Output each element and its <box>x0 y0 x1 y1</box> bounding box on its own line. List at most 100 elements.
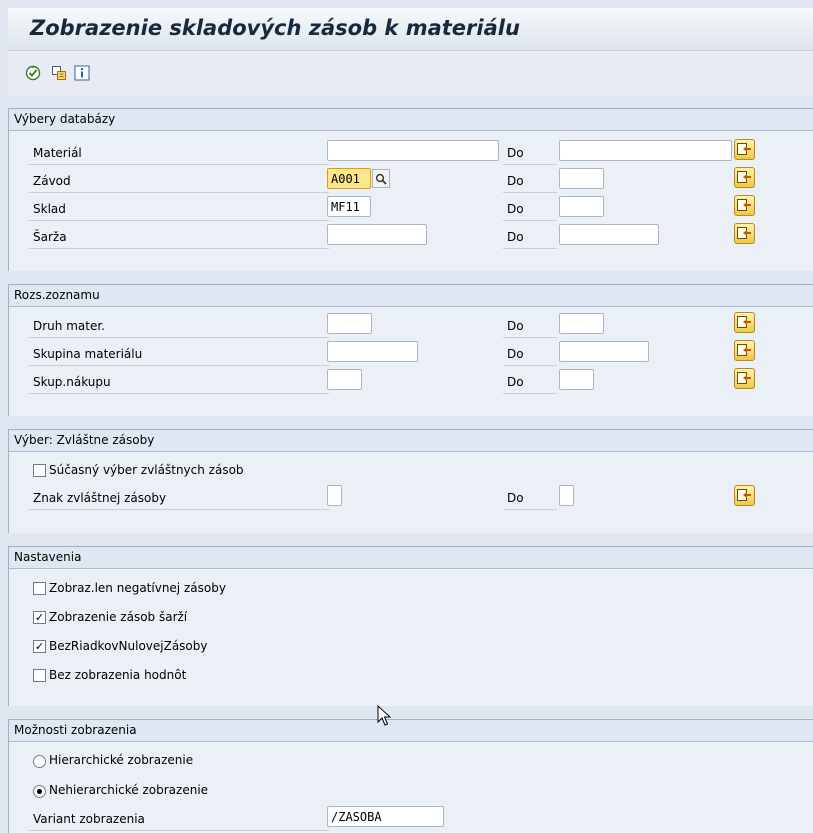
application-toolbar <box>8 51 813 96</box>
to-label: Do <box>507 375 524 389</box>
checkbox-label: Bez zobrazenia hodnôt <box>49 668 187 682</box>
plant-to-input[interactable] <box>559 168 604 189</box>
to-label: Do <box>507 174 524 188</box>
special-stock-from-input[interactable] <box>327 485 342 506</box>
checkbox-label: Zobrazenie zásob šarží <box>49 610 188 624</box>
group-title: Možnosti zobrazenia <box>14 723 137 737</box>
multiple-selection-button[interactable] <box>734 139 755 160</box>
material-group-to-input[interactable] <box>559 341 649 362</box>
page-title: Zobrazenie skladových zásob k materiálu <box>30 16 520 40</box>
field-label-plant: Závod <box>33 174 71 188</box>
multiple-selection-icon <box>737 227 751 239</box>
field-label-material-type: Druh mater. <box>33 319 105 333</box>
group-header: Výber: Zvláštne zásoby <box>9 430 813 452</box>
material-type-from-input[interactable] <box>327 313 372 334</box>
group-database-selections: Výbery databázy Materiál Do Závod A001 D… <box>8 108 813 271</box>
multiple-selection-icon <box>737 199 751 211</box>
label-row: Sklad <box>29 198 329 221</box>
multiple-selection-icon <box>737 171 751 183</box>
display-variant-input[interactable]: /ZASOBA <box>327 806 444 827</box>
display-batch-stocks-checkbox[interactable]: ✓ <box>33 611 46 624</box>
search-icon <box>375 173 387 185</box>
label-row: Do <box>503 226 557 249</box>
label-row: Skup.nákupu <box>29 371 329 394</box>
group-settings: Nastavenia Zobraz.len negatívnej zásoby … <box>8 546 813 706</box>
purchasing-group-from-input[interactable] <box>327 369 362 390</box>
plant-from-input[interactable]: A001 <box>327 168 371 189</box>
group-header: Výbery databázy <box>9 109 813 131</box>
checkbox-label: Súčasný výber zvláštnych zásob <box>49 463 244 477</box>
no-zero-stock-lines-checkbox[interactable]: ✓ <box>33 640 46 653</box>
radio-label: Nehierarchické zobrazenie <box>49 783 209 797</box>
multiple-selection-button[interactable] <box>734 485 755 506</box>
label-row: Materiál <box>29 142 329 165</box>
group-special-stocks: Výber: Zvláštne zásoby Súčasný výber zvl… <box>8 429 813 533</box>
label-row: Druh mater. <box>29 315 329 338</box>
material-from-input[interactable] <box>327 140 499 161</box>
search-help-button[interactable] <box>372 169 390 188</box>
field-label-display-variant: Variant zobrazenia <box>33 812 145 826</box>
field-label-material: Materiál <box>33 146 82 160</box>
label-row: Variant zobrazenia <box>29 808 329 831</box>
checkbox-label: Zobraz.len negatívnej zásoby <box>49 581 226 595</box>
field-label-material-group: Skupina materiálu <box>33 347 143 361</box>
execute-icon[interactable] <box>25 65 41 81</box>
group-list-scope: Rozs.zoznamu Druh mater. Do Skupina mate… <box>8 284 813 416</box>
group-title: Nastavenia <box>14 550 82 564</box>
negative-stock-only-checkbox[interactable] <box>33 582 46 595</box>
multiple-selection-icon <box>737 143 751 155</box>
field-label-special-stock-indicator: Znak zvláštnej zásoby <box>33 491 167 505</box>
label-row: Do <box>503 371 557 394</box>
title-bar: Zobrazenie skladových zásob k materiálu <box>8 8 813 51</box>
special-stock-to-input[interactable] <box>559 485 574 506</box>
material-to-input[interactable] <box>559 140 732 161</box>
non-hierarchical-display-radio[interactable] <box>33 785 46 798</box>
multiple-selection-button[interactable] <box>734 167 755 188</box>
group-title: Výbery databázy <box>14 112 116 126</box>
batch-from-input[interactable] <box>327 224 427 245</box>
simultaneous-special-stock-checkbox[interactable] <box>33 464 46 477</box>
field-label-storage-location: Sklad <box>33 202 66 216</box>
multiple-selection-button[interactable] <box>734 340 755 361</box>
group-header: Možnosti zobrazenia <box>9 720 813 742</box>
group-display-options: Možnosti zobrazenia Hierarchické zobraze… <box>8 719 813 833</box>
label-row: Znak zvláštnej zásoby <box>29 487 329 510</box>
field-label-purchasing-group: Skup.nákupu <box>33 375 111 389</box>
radio-label: Hierarchické zobrazenie <box>49 753 194 767</box>
multiple-selection-icon <box>737 344 751 356</box>
copy-variant-icon[interactable] <box>51 65 67 81</box>
label-row: Do <box>503 343 557 366</box>
label-row: Skupina materiálu <box>29 343 329 366</box>
material-group-from-input[interactable] <box>327 341 418 362</box>
to-label: Do <box>507 202 524 216</box>
multiple-selection-icon <box>737 316 751 328</box>
to-label: Do <box>507 146 524 160</box>
multiple-selection-button[interactable] <box>734 223 755 244</box>
label-row: Šarža <box>29 226 329 249</box>
no-values-display-checkbox[interactable] <box>33 669 46 682</box>
to-label: Do <box>507 491 524 505</box>
label-row: Do <box>503 142 557 165</box>
multiple-selection-icon <box>737 372 751 384</box>
info-icon[interactable] <box>74 65 90 81</box>
storage-location-from-input[interactable]: MF11 <box>327 196 371 217</box>
material-type-to-input[interactable] <box>559 313 604 334</box>
to-label: Do <box>507 319 524 333</box>
field-label-batch: Šarža <box>33 230 67 244</box>
group-title: Výber: Zvláštne zásoby <box>14 433 155 447</box>
batch-to-input[interactable] <box>559 224 659 245</box>
group-header: Rozs.zoznamu <box>9 285 813 307</box>
to-label: Do <box>507 230 524 244</box>
mouse-cursor-icon <box>377 704 392 730</box>
multiple-selection-button[interactable] <box>734 195 755 216</box>
checkbox-label: BezRiadkovNulovejZásoby <box>49 639 208 653</box>
group-title: Rozs.zoznamu <box>14 288 100 302</box>
multiple-selection-button[interactable] <box>734 312 755 333</box>
purchasing-group-to-input[interactable] <box>559 369 594 390</box>
to-label: Do <box>507 347 524 361</box>
hierarchical-display-radio[interactable] <box>33 755 46 768</box>
label-row: Do <box>503 170 557 193</box>
storage-location-to-input[interactable] <box>559 196 604 217</box>
multiple-selection-button[interactable] <box>734 368 755 389</box>
multiple-selection-icon <box>737 489 751 501</box>
